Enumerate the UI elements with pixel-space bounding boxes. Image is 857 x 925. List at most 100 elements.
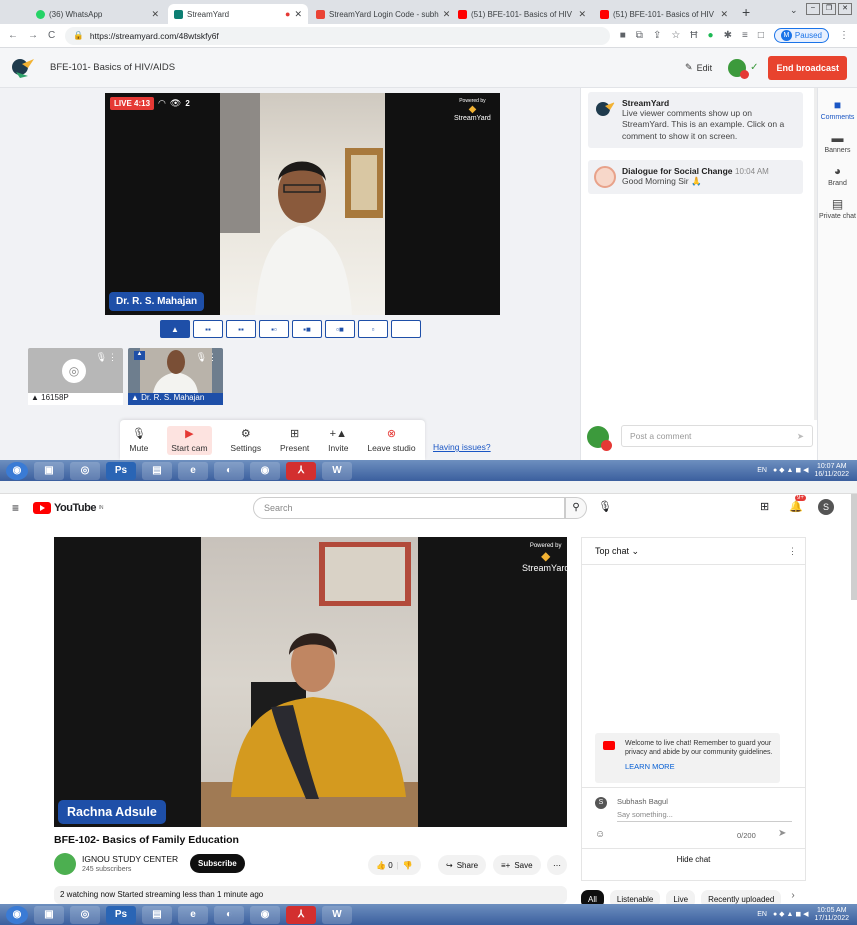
close-icon[interactable]: ✕ <box>294 9 302 20</box>
rail-private-chat[interactable]: ▤ Private chat <box>818 197 857 220</box>
new-tab-button[interactable]: + <box>742 4 750 20</box>
taskbar-desktop-icon[interactable]: ▣ <box>34 461 64 480</box>
taskbar-media-icon[interactable]: ◎ <box>70 905 100 924</box>
layout-pip-button[interactable]: ▫■ <box>325 320 355 338</box>
start-button[interactable]: ◉ <box>6 461 28 480</box>
tab-whatsapp[interactable]: (36) WhatsApp ✕ <box>30 4 165 24</box>
layout-screen-button[interactable]: ▫ <box>358 320 388 338</box>
taskbar-desktop-icon[interactable]: ▣ <box>34 905 64 924</box>
taskbar-pdf-icon[interactable]: ⅄ <box>286 905 316 924</box>
layout-sidebar-button[interactable]: ▪■ <box>292 320 322 338</box>
reload-icon[interactable]: C <box>48 30 55 41</box>
clock[interactable]: 10:07 AM 16/11/2022 <box>814 463 849 478</box>
chat-mode-dropdown[interactable]: Top chat ⌄ <box>595 546 639 557</box>
tab-search-icon[interactable]: ⌄ <box>790 5 798 16</box>
host-avatar[interactable] <box>728 58 750 79</box>
close-window-icon[interactable]: ✕ <box>838 3 852 15</box>
having-issues-link[interactable]: Having issues? <box>433 442 491 452</box>
present-button[interactable]: ⊞ Present <box>280 428 309 453</box>
minimize-icon[interactable]: – <box>806 3 820 15</box>
end-broadcast-button[interactable]: End broadcast <box>768 55 847 80</box>
close-icon[interactable]: ✕ <box>578 9 586 20</box>
taskbar-firefox-icon[interactable]: ◐ <box>214 461 244 480</box>
dislike-icon[interactable]: 👎 <box>403 861 413 870</box>
taskbar-photoshop-icon[interactable]: Ps <box>106 905 136 924</box>
reading-list-icon[interactable]: ≡ <box>742 30 748 41</box>
start-button[interactable]: ◉ <box>6 905 28 924</box>
hide-chat-button[interactable]: Hide chat <box>582 855 805 864</box>
layout-leader-button[interactable]: ▪▫ <box>259 320 289 338</box>
like-button[interactable]: 👍 0 <box>376 861 393 870</box>
channel-name[interactable]: IGNOU STUDY CENTER <box>82 854 178 864</box>
create-video-icon[interactable]: ⊞ <box>760 500 769 513</box>
language-indicator[interactable]: EN <box>757 911 767 919</box>
comment-item[interactable]: StreamYard Live viewer comments show up … <box>588 92 803 149</box>
side-panel-icon[interactable]: □ <box>758 30 764 41</box>
taskbar-chrome-icon[interactable]: ◉ <box>250 461 280 480</box>
taskbar-ie-icon[interactable]: e <box>178 905 208 924</box>
close-icon[interactable]: ✕ <box>151 9 159 20</box>
more-options-icon[interactable]: ⋮ <box>108 352 117 363</box>
rail-comments[interactable]: ■ Comments <box>818 98 857 121</box>
rail-brand[interactable]: ◕ Brand <box>818 164 857 187</box>
comment-item[interactable]: Dialogue for Social Change 10:04 AM Good… <box>588 160 803 194</box>
invite-button[interactable]: +▲ Invite <box>328 428 348 453</box>
taskbar-ie-icon[interactable]: e <box>178 461 208 480</box>
taskbar-pdf-icon[interactable]: ⅄ <box>286 461 316 480</box>
page-scrollbar[interactable] <box>851 494 857 600</box>
layout-blank-button[interactable] <box>391 320 421 338</box>
taskbar-photoshop-icon[interactable]: Ps <box>106 461 136 480</box>
rail-banners[interactable]: ▬ Banners <box>818 131 857 154</box>
tab-streamyard[interactable]: StreamYard ● ✕ <box>168 4 308 24</box>
chat-message-input[interactable]: Say something... <box>617 810 792 822</box>
send-message-icon[interactable]: ➤ <box>778 828 786 839</box>
taskbar-word-icon[interactable]: W <box>322 905 352 924</box>
bookmark-star-icon[interactable]: ☆ <box>671 30 680 41</box>
search-button[interactable]: ⚲ <box>565 497 587 519</box>
hamburger-menu-icon[interactable]: ≡ <box>12 501 19 515</box>
start-cam-button[interactable]: ▶ Start cam <box>167 425 212 455</box>
profile-button[interactable]: M Paused <box>773 28 829 43</box>
search-input[interactable]: Search <box>253 497 565 519</box>
tab-youtube-2[interactable]: (51) BFE-101- Basics of HIV ✕ <box>594 4 734 24</box>
camera-icon[interactable]: ■ <box>620 30 626 41</box>
install-icon[interactable]: ⧉ <box>636 30 643 41</box>
extension-green-icon[interactable]: ● <box>708 30 714 41</box>
save-button[interactable]: ≡+ Save <box>493 855 541 875</box>
clock[interactable]: 10:05 AM 17/11/2022 <box>814 907 849 922</box>
url-field[interactable]: 🔒 https://streamyard.com/48wtskfy6f <box>65 26 610 45</box>
forward-icon[interactable]: → <box>28 30 38 41</box>
back-icon[interactable]: ← <box>8 30 18 41</box>
chat-more-icon[interactable]: ⋮ <box>788 546 797 557</box>
close-icon[interactable]: ✕ <box>720 9 728 20</box>
taskbar-word-icon[interactable]: W <box>322 461 352 480</box>
tray-icons[interactable]: ● ◆ ▲ ◼ ◀ <box>773 467 809 475</box>
restore-icon[interactable]: ❐ <box>822 3 836 15</box>
emoji-icon[interactable]: ☺ <box>595 829 605 840</box>
more-actions-button[interactable]: ⋯ <box>547 855 567 875</box>
layout-solo-button[interactable]: ▲ <box>160 320 190 338</box>
send-icon[interactable]: ➤ <box>797 431 804 442</box>
menu-kebab-icon[interactable]: ⋮ <box>839 30 849 41</box>
voice-search-icon[interactable]: 🎙 <box>598 500 612 513</box>
account-avatar[interactable]: S <box>818 499 834 515</box>
puzzle-icon[interactable]: ✱ <box>724 30 732 41</box>
tab-youtube-1[interactable]: (51) BFE-101- Basics of HIV ✕ <box>452 4 592 24</box>
tray-icons[interactable]: ● ◆ ▲ ◼ ◀ <box>773 911 809 919</box>
extension-icon[interactable]: Ħ <box>690 30 697 41</box>
mic-icon[interactable]: 🎙 <box>96 352 107 363</box>
learn-more-link[interactable]: LEARN MORE <box>625 762 774 771</box>
tab-gmail[interactable]: StreamYard Login Code - subh ✕ <box>310 4 450 24</box>
close-icon[interactable]: ✕ <box>443 9 450 20</box>
mic-icon[interactable]: 🎙 <box>196 352 207 363</box>
taskbar-folder-icon[interactable]: ▤ <box>142 905 172 924</box>
post-comment-input[interactable]: Post a comment ➤ <box>621 425 813 447</box>
channel-avatar[interactable] <box>54 853 76 875</box>
edit-button[interactable]: ✎ Edit <box>685 62 712 73</box>
taskbar-media-icon[interactable]: ◎ <box>70 461 100 480</box>
settings-button[interactable]: ⚙ Settings <box>230 428 261 453</box>
share-button[interactable]: ↪ Share <box>438 855 487 875</box>
taskbar-firefox-icon[interactable]: ◐ <box>214 905 244 924</box>
layout-thin-button[interactable]: ▪▪ <box>193 320 223 338</box>
notifications-bell-icon[interactable]: 🔔 <box>789 500 803 513</box>
